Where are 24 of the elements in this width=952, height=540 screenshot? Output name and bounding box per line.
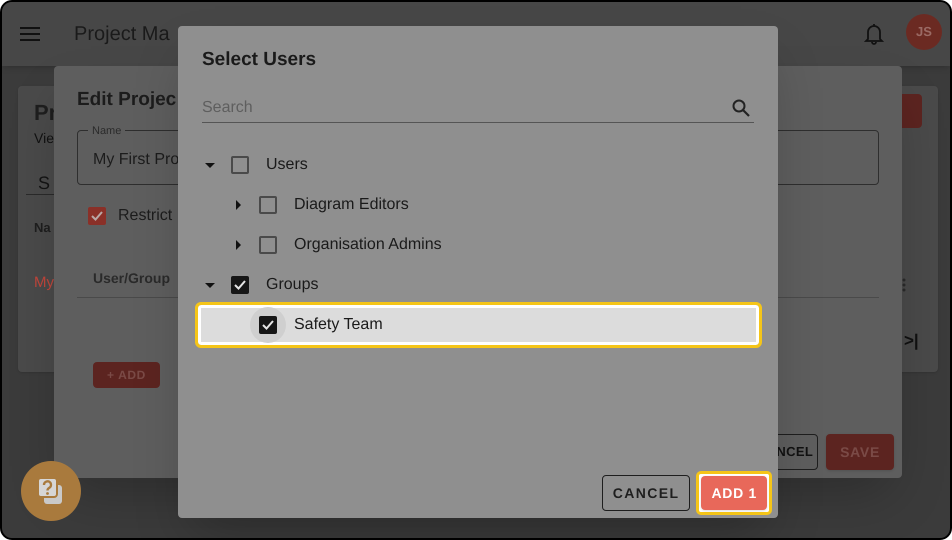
tree-checkbox[interactable]: [231, 156, 249, 174]
tree-label[interactable]: Diagram Editors: [294, 193, 409, 217]
tree-label[interactable]: Groups: [266, 273, 318, 297]
tree-checkbox[interactable]: [259, 316, 277, 334]
caret-icon[interactable]: [236, 200, 240, 210]
table-cell-text: My: [34, 273, 54, 293]
tree-checkbox[interactable]: [259, 236, 277, 254]
restrict-label: Restrict: [118, 206, 172, 226]
tree-label[interactable]: Organisation Admins: [294, 233, 442, 257]
cancel-button[interactable]: CANCEL: [602, 475, 690, 511]
dialog-title: Select Users: [202, 48, 316, 72]
dialog-title: Edit Projec: [77, 88, 176, 112]
tree-label[interactable]: Safety Team: [294, 313, 383, 337]
caret-icon[interactable]: [205, 282, 215, 288]
add-button[interactable]: ADD 1: [701, 476, 767, 510]
tree-row[interactable]: Safety Team: [198, 305, 759, 345]
tree-label[interactable]: Users: [266, 153, 308, 177]
restrict-checkbox[interactable]: [88, 207, 106, 225]
tree-checkbox[interactable]: [231, 276, 249, 294]
caret-icon[interactable]: [205, 162, 215, 168]
caret-icon[interactable]: [236, 240, 240, 250]
tree-checkbox[interactable]: [259, 196, 277, 214]
search-icon[interactable]: [732, 99, 750, 117]
page-subtitle: Vie: [34, 129, 54, 148]
